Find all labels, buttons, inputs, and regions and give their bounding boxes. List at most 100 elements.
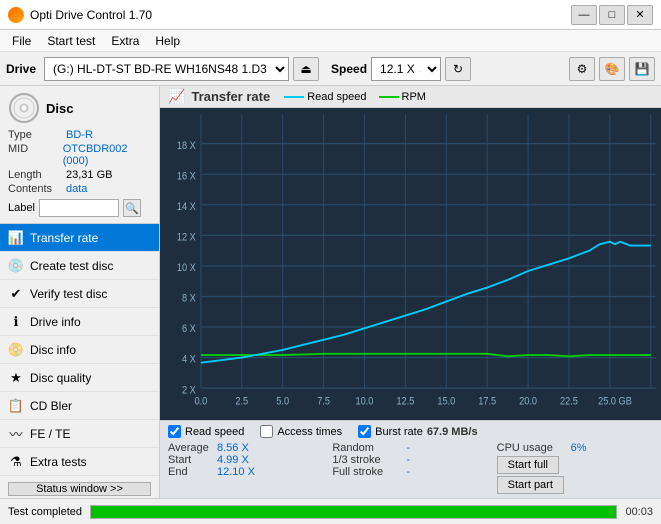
chart-area: 2 X 4 X 6 X 8 X 10 X 12 X 14 X 16 X 18 X…	[160, 108, 661, 420]
svg-text:6 X: 6 X	[182, 323, 196, 335]
nav-verify-test-disc[interactable]: ✔ Verify test disc	[0, 280, 159, 308]
close-button[interactable]: ✕	[627, 5, 653, 25]
read-speed-checkbox[interactable]	[168, 425, 181, 438]
full-stroke-row: Full stroke -	[332, 466, 488, 478]
nav-cd-bler[interactable]: 📋 CD Bler	[0, 392, 159, 420]
menu-start-test[interactable]: Start test	[39, 32, 103, 50]
status-window-button[interactable]: Status window >>	[8, 482, 151, 496]
svg-text:12 X: 12 X	[177, 232, 196, 244]
menu-file[interactable]: File	[4, 32, 39, 50]
options-button[interactable]: ⚙	[569, 57, 595, 81]
random-row: Random -	[332, 442, 488, 454]
chart-header: 📈 Transfer rate Read speed RPM	[160, 86, 661, 108]
nav-cd-bler-label: CD Bler	[30, 399, 72, 413]
start-full-button[interactable]: Start full	[497, 456, 559, 474]
refresh-button[interactable]: ↻	[445, 57, 471, 81]
average-row: Average 8.56 X	[168, 442, 324, 454]
average-label: Average	[168, 442, 213, 454]
length-label: Length	[8, 169, 66, 181]
checkboxes-row: Read speed Access times Burst rate 67.9 …	[168, 423, 653, 440]
speed-select[interactable]: 12.1 X ↓	[371, 57, 441, 81]
eject-button[interactable]: ⏏	[293, 57, 319, 81]
nav-transfer-rate[interactable]: 📊 Transfer rate	[0, 224, 159, 252]
minimize-button[interactable]: —	[571, 5, 597, 25]
nav-drive-info[interactable]: ℹ Drive info	[0, 308, 159, 336]
label-browse-button[interactable]: 🔍	[123, 199, 141, 217]
start-value: 4.99 X	[217, 454, 262, 466]
disc-icon-row: Disc	[8, 92, 151, 124]
nav-items: 📊 Transfer rate 💿 Create test disc ✔ Ver…	[0, 224, 159, 476]
legend-rpm: RPM	[379, 91, 426, 103]
chart-svg: 2 X 4 X 6 X 8 X 10 X 12 X 14 X 16 X 18 X…	[160, 108, 661, 420]
nav-disc-info[interactable]: 📀 Disc info	[0, 336, 159, 364]
label-input[interactable]	[39, 199, 119, 217]
label-row: Label 🔍	[8, 199, 151, 217]
svg-text:10 X: 10 X	[177, 262, 196, 274]
fe-te-icon: 〰	[8, 426, 24, 442]
start-part-button[interactable]: Start part	[497, 476, 564, 494]
drive-select[interactable]: (G:) HL-DT-ST BD-RE WH16NS48 1.D3	[44, 57, 289, 81]
status-time: 00:03	[625, 506, 653, 518]
end-value: 12.10 X	[217, 466, 262, 478]
nav-disc-quality-label: Disc quality	[30, 371, 91, 385]
progress-bar-fill	[91, 506, 616, 518]
read-speed-cb-label: Read speed	[185, 426, 244, 438]
mid-value: OTCBDR002 (000)	[63, 143, 151, 167]
menu-bar: File Start test Extra Help	[0, 30, 661, 52]
type-row: Type BD-R	[8, 128, 151, 142]
svg-text:0.0: 0.0	[195, 396, 208, 408]
svg-text:12.5: 12.5	[396, 396, 414, 408]
svg-text:16 X: 16 X	[177, 170, 196, 182]
save-button[interactable]: 💾	[629, 57, 655, 81]
svg-text:25.0 GB: 25.0 GB	[598, 396, 632, 408]
end-label: End	[168, 466, 213, 478]
extra-tests-icon: ⚗	[8, 454, 24, 470]
nav-extra-tests-label: Extra tests	[30, 455, 87, 469]
nav-create-test-disc-label: Create test disc	[30, 259, 113, 273]
disc-info-icon: 📀	[8, 342, 24, 358]
svg-text:5.0: 5.0	[276, 396, 289, 408]
random-label: Random	[332, 442, 402, 454]
nav-extra-tests[interactable]: ⚗ Extra tests	[0, 448, 159, 476]
stats-col2: Random - 1/3 stroke - Full stroke -	[332, 442, 488, 478]
burst-rate-cb-label: Burst rate	[375, 426, 423, 438]
burst-rate-checkbox[interactable]	[358, 425, 371, 438]
svg-text:7.5: 7.5	[317, 396, 330, 408]
one-third-label: 1/3 stroke	[332, 454, 402, 466]
disc-type: Disc	[46, 101, 73, 116]
stats-col3: CPU usage 6% Start full Start part	[497, 442, 653, 494]
nav-fe-te-label: FE / TE	[30, 427, 70, 441]
status-bar: Test completed 00:03	[0, 498, 661, 524]
maximize-button[interactable]: □	[599, 5, 625, 25]
cpu-usage-row: CPU usage 6%	[497, 442, 653, 454]
disc-panel: Disc Type BD-R MID OTCBDR002 (000) Lengt…	[0, 86, 159, 224]
nav-create-test-disc[interactable]: 💿 Create test disc	[0, 252, 159, 280]
access-times-cb-label: Access times	[277, 426, 342, 438]
read-speed-color	[284, 96, 304, 98]
skin-button[interactable]: 🎨	[599, 57, 625, 81]
sidebar: Disc Type BD-R MID OTCBDR002 (000) Lengt…	[0, 86, 160, 498]
svg-text:14 X: 14 X	[177, 201, 196, 213]
menu-extra[interactable]: Extra	[103, 32, 147, 50]
app-title: Opti Drive Control 1.70	[30, 8, 152, 22]
nav-transfer-rate-label: Transfer rate	[30, 231, 98, 245]
nav-disc-info-label: Disc info	[30, 343, 76, 357]
full-stroke-value: -	[406, 466, 410, 478]
length-row: Length 23,31 GB	[8, 168, 151, 182]
nav-verify-test-disc-label: Verify test disc	[30, 287, 107, 301]
title-bar-controls[interactable]: — □ ✕	[571, 5, 653, 25]
svg-text:18 X: 18 X	[177, 140, 196, 152]
one-third-value: -	[406, 454, 410, 466]
contents-value: data	[66, 183, 87, 195]
speed-label: Speed	[331, 62, 367, 76]
mid-label: MID	[8, 143, 63, 167]
nav-fe-te[interactable]: 〰 FE / TE	[0, 420, 159, 448]
svg-text:17.5: 17.5	[478, 396, 496, 408]
nav-disc-quality[interactable]: ★ Disc quality	[0, 364, 159, 392]
access-times-checkbox[interactable]	[260, 425, 273, 438]
one-third-row: 1/3 stroke -	[332, 454, 488, 466]
average-value: 8.56 X	[217, 442, 262, 454]
svg-text:20.0: 20.0	[519, 396, 537, 408]
verify-test-disc-icon: ✔	[8, 286, 24, 302]
menu-help[interactable]: Help	[147, 32, 188, 50]
